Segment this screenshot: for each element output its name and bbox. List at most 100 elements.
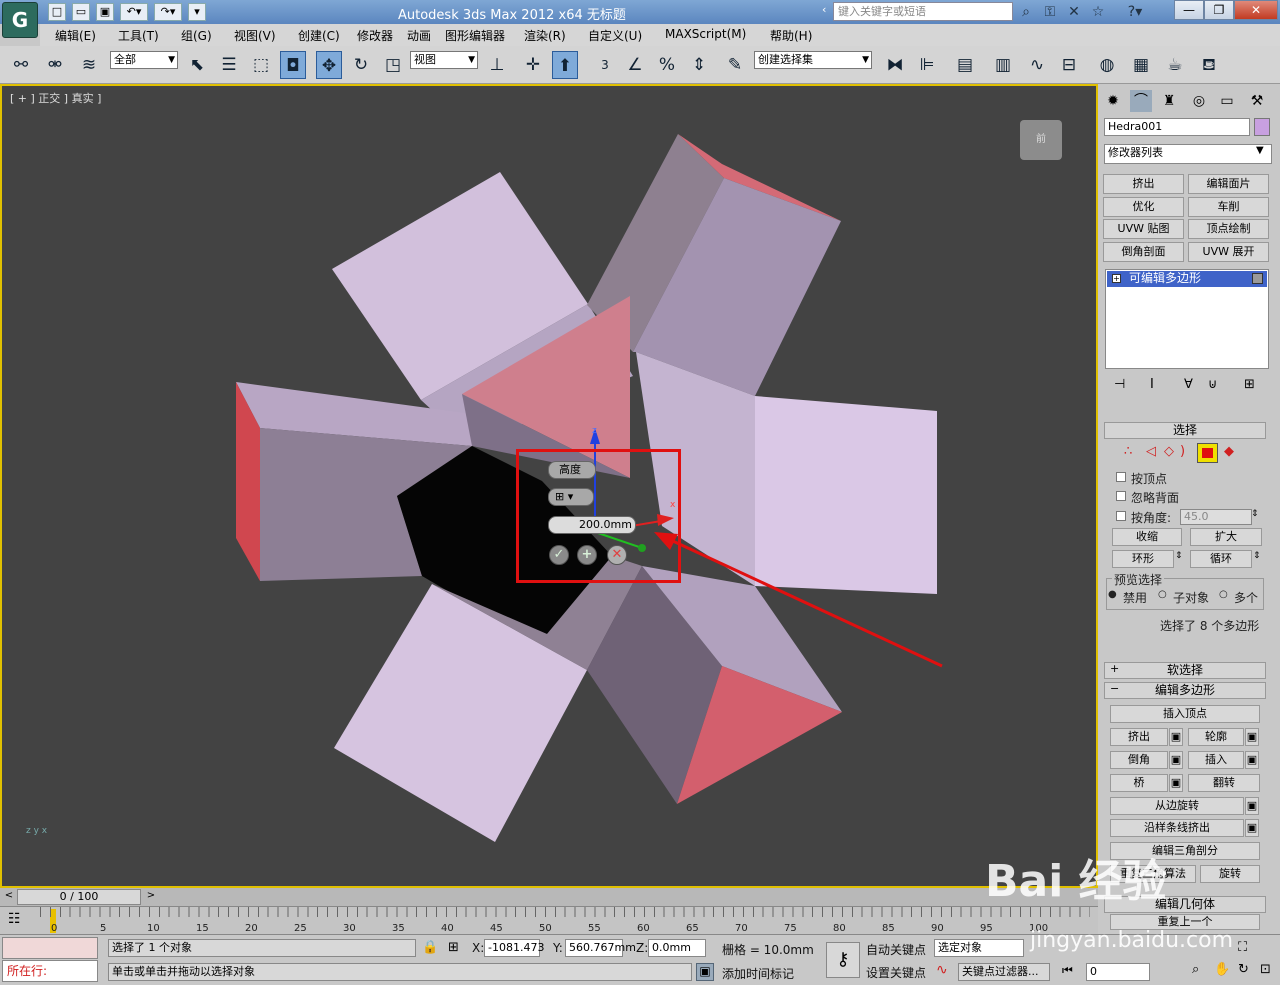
menu-rendering[interactable]: 渲染(R) [524, 27, 566, 44]
create-tab-icon[interactable]: ✹ [1102, 90, 1124, 112]
modifier-uvw-map-button[interactable]: UVW 贴图 [1103, 219, 1184, 239]
by-angle-spinner-icon[interactable]: ⇕ [1251, 509, 1259, 519]
new-file-icon[interactable]: □ [48, 3, 66, 21]
set-key-icon[interactable]: ⚷ [826, 942, 860, 978]
key-icon[interactable]: ⚿ [1040, 3, 1060, 21]
make-unique-icon[interactable]: ∀ [1184, 377, 1193, 392]
open-file-icon[interactable]: ▭ [72, 3, 90, 21]
modifier-lathe-button[interactable]: 车削 [1188, 197, 1269, 217]
current-frame-field[interactable]: 0 [1086, 963, 1150, 981]
app-logo-icon[interactable]: G [2, 2, 38, 38]
favorites-star-icon[interactable]: ☆ [1088, 3, 1108, 21]
select-object-icon[interactable]: ⬉ [184, 51, 210, 79]
communication-center-icon[interactable]: ✕ [1064, 3, 1084, 21]
named-selection-set-select[interactable]: 创建选择集 [754, 51, 872, 69]
menu-graph-editors[interactable]: 图形编辑器 [445, 27, 505, 44]
outline-settings-icon[interactable]: ▣ [1245, 728, 1259, 746]
schematic-view-icon[interactable]: ⊟ [1056, 51, 1082, 79]
zoom-icon[interactable]: ⌕ [1192, 962, 1199, 977]
key-set-select[interactable]: 选定对象 [934, 939, 1024, 957]
hinge-settings-icon[interactable]: ▣ [1245, 797, 1259, 815]
x-coordinate-field[interactable]: -1081.473 [484, 939, 544, 957]
select-and-move-icon[interactable]: ✥ [316, 51, 342, 79]
ring-button[interactable]: 环形 [1112, 550, 1174, 568]
show-end-result-icon[interactable]: Ⅰ [1150, 377, 1154, 392]
bridge-settings-icon[interactable]: ▣ [1169, 774, 1183, 792]
render-production-icon[interactable]: ⛾ [1196, 51, 1222, 79]
modifier-extrude-button[interactable]: 挤出 [1103, 174, 1184, 194]
time-slider-prev-icon[interactable]: < [2, 890, 16, 904]
menu-views[interactable]: 视图(V) [234, 27, 276, 44]
set-key-button[interactable]: 设置关键点 [866, 964, 926, 981]
bind-space-warp-icon[interactable]: ≋ [76, 51, 102, 79]
selection-filter-select[interactable]: 全部 [110, 51, 178, 69]
extrude-along-spline-settings-icon[interactable]: ▣ [1245, 819, 1259, 837]
pin-stack-icon[interactable]: ⊣ [1114, 377, 1125, 392]
preview-disabled-radio[interactable]: ● [1108, 589, 1117, 600]
loop-spinner-icon[interactable]: ⇕ [1253, 551, 1261, 561]
menu-modifiers[interactable]: 修改器 [357, 27, 393, 44]
modifier-list-select[interactable]: 修改器列表 [1104, 144, 1272, 164]
stack-visibility-icon[interactable] [1252, 273, 1263, 284]
preview-subobject-radio[interactable]: ○ [1158, 589, 1167, 600]
modify-tab-icon[interactable]: ⌒ [1130, 90, 1152, 112]
curve-editor-icon[interactable]: ∿ [1024, 51, 1050, 79]
menu-create[interactable]: 创建(C) [298, 27, 340, 44]
spinner-snap-icon[interactable]: ⇕ [686, 51, 712, 79]
insert-vertex-button[interactable]: 插入顶点 [1110, 705, 1260, 723]
hierarchy-tab-icon[interactable]: ♜ [1158, 90, 1180, 112]
configure-modifier-sets-icon[interactable]: ⊞ [1244, 377, 1255, 392]
maximize-viewport-icon[interactable]: ⊡ [1260, 962, 1271, 977]
auto-key-button[interactable]: 自动关键点 [866, 941, 926, 958]
hinge-from-edge-button[interactable]: 从边旋转 [1110, 797, 1244, 815]
extrude-button[interactable]: 挤出 [1110, 728, 1168, 746]
material-editor-icon[interactable]: ◍ [1094, 51, 1120, 79]
remove-modifier-icon[interactable]: ⊍ [1208, 377, 1218, 392]
inset-button[interactable]: 插入 [1188, 751, 1244, 769]
search-expand-icon[interactable]: ‹ [822, 3, 832, 21]
track-bar[interactable]: ☷ 0 5 10 15 20 25 30 35 40 45 50 55 60 6… [0, 906, 1098, 934]
bridge-button[interactable]: 桥 [1110, 774, 1168, 792]
rectangle-selection-icon[interactable]: ⬚ [248, 51, 274, 79]
search-input[interactable]: 键入关键字或短语 [833, 2, 1013, 21]
selection-lock-icon[interactable]: 🔒 [422, 940, 438, 955]
bevel-settings-icon[interactable]: ▣ [1169, 751, 1183, 769]
unlink-icon[interactable]: ⚮ [42, 51, 68, 79]
time-slider[interactable] [0, 888, 1098, 906]
select-and-rotate-icon[interactable]: ↻ [348, 51, 374, 79]
pan-icon[interactable]: ✋ [1214, 962, 1230, 977]
object-color-swatch[interactable] [1254, 118, 1270, 136]
layer-manager-icon[interactable]: ▤ [952, 51, 978, 79]
quick-access-dropdown-icon[interactable]: ▾ [188, 3, 206, 21]
menu-tools[interactable]: 工具(T) [118, 27, 159, 44]
vertex-subobject-icon[interactable]: ∴ [1124, 444, 1132, 459]
soft-selection-expand-icon[interactable]: + [1110, 662, 1119, 675]
utilities-tab-icon[interactable]: ⚒ [1246, 90, 1268, 112]
time-tag-icon[interactable]: ▣ [696, 963, 714, 981]
loop-button[interactable]: 循环 [1190, 550, 1252, 568]
undo-icon[interactable]: ↶▾ [120, 3, 148, 21]
maximize-button[interactable]: ❐ [1204, 0, 1234, 20]
maxscript-listener-mini[interactable] [2, 937, 98, 959]
key-mode-toggle-icon[interactable]: ⏮ [1062, 963, 1073, 978]
window-crossing-icon[interactable]: ◘ [280, 51, 306, 79]
z-coordinate-field[interactable]: 0.0mm [648, 939, 706, 957]
menu-customize[interactable]: 自定义(U) [588, 27, 642, 44]
mirror-icon[interactable]: ⧓ [882, 51, 908, 79]
modifier-optimize-button[interactable]: 优化 [1103, 197, 1184, 217]
close-button[interactable]: ✕ [1234, 0, 1278, 20]
motion-tab-icon[interactable]: ◎ [1188, 90, 1210, 112]
manipulate-icon[interactable]: ✛ [520, 51, 546, 79]
save-file-icon[interactable]: ▣ [96, 3, 114, 21]
menu-maxscript[interactable]: MAXScript(M) [665, 27, 746, 41]
reference-coordinate-select[interactable]: 视图 [410, 51, 478, 69]
graphite-toolbar-icon[interactable]: ▥ [990, 51, 1016, 79]
menu-animation[interactable]: 动画 [407, 27, 431, 44]
select-and-link-icon[interactable]: ⚯ [8, 51, 34, 79]
soft-selection-rollout-header[interactable]: 软选择 [1104, 662, 1266, 679]
mini-curve-editor-icon[interactable]: ☷ [8, 911, 21, 927]
object-name-field[interactable]: Hedra001 [1104, 118, 1250, 136]
add-time-tag-button[interactable]: 添加时间标记 [722, 965, 794, 982]
inset-settings-icon[interactable]: ▣ [1245, 751, 1259, 769]
modifier-edit-patch-button[interactable]: 编辑面片 [1188, 174, 1269, 194]
